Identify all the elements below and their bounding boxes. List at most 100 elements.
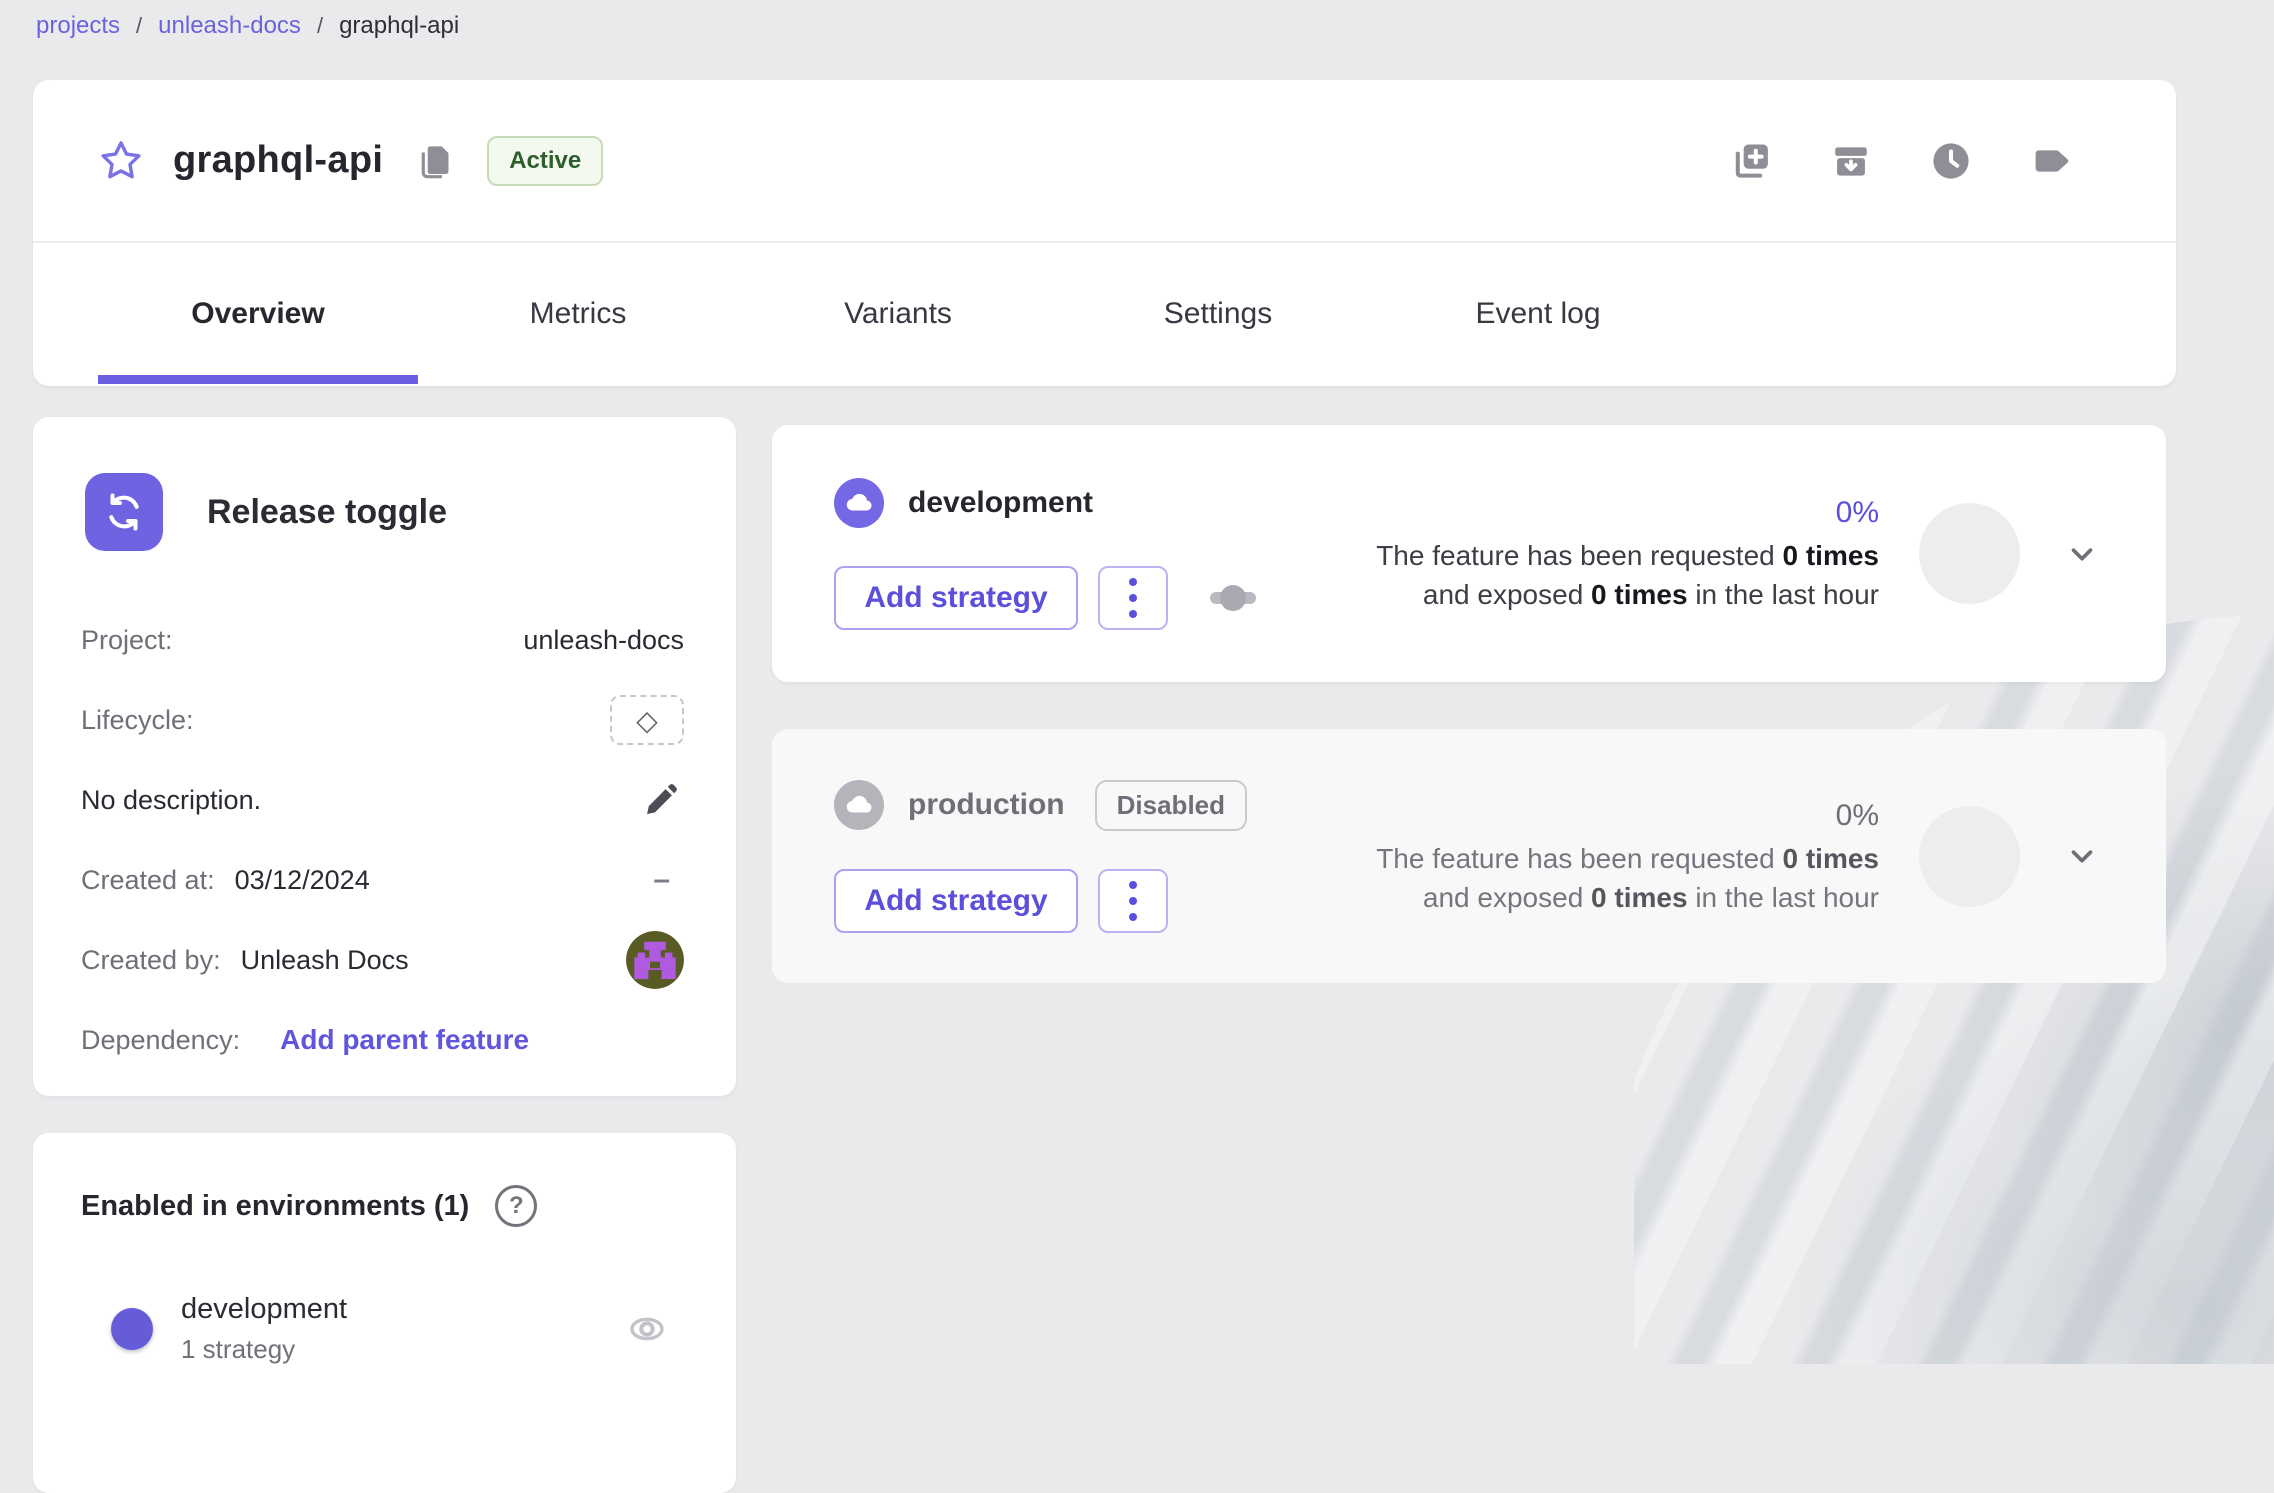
expand-environment-button[interactable] xyxy=(2060,834,2104,878)
tab-variants[interactable]: Variants xyxy=(738,243,1058,384)
metrics-bold: 0 times xyxy=(1783,843,1880,874)
created-by-label: Created by: xyxy=(81,945,221,976)
tab-bar: Overview Metrics Variants Settings Event… xyxy=(33,243,2176,384)
cloud-icon xyxy=(834,478,884,528)
description-text: No description. xyxy=(81,785,261,816)
tab-variants-label: Variants xyxy=(844,297,952,331)
expand-environment-button[interactable] xyxy=(2060,532,2104,576)
chevron-down-icon xyxy=(2065,537,2099,571)
kebab-icon xyxy=(1129,881,1137,889)
add-parent-feature-link[interactable]: Add parent feature xyxy=(280,1024,529,1056)
kebab-icon xyxy=(1129,578,1137,586)
description-row: No description. xyxy=(81,771,684,829)
project-row: Project: unleash-docs xyxy=(81,611,684,669)
eye-icon xyxy=(627,1309,667,1349)
mini-toggle-knob xyxy=(1220,585,1246,611)
release-toggle-icon xyxy=(85,473,163,551)
lifecycle-row: Lifecycle: ◇ xyxy=(81,691,684,749)
chevron-down-icon xyxy=(2065,839,2099,873)
feature-header-row: graphql-api Active xyxy=(33,80,2176,243)
created-by-avatar xyxy=(626,931,684,989)
feature-type-row: Release toggle xyxy=(85,473,684,551)
dependency-row: Dependency: Add parent feature xyxy=(81,1011,684,1069)
metrics-bold: 0 times xyxy=(1783,540,1880,571)
lifecycle-label: Lifecycle: xyxy=(81,705,194,736)
visibility-button[interactable] xyxy=(624,1306,670,1352)
copy-icon xyxy=(416,142,454,180)
tags-empty-dash: – xyxy=(653,863,684,897)
metrics-bold: 0 times xyxy=(1591,579,1688,610)
created-by-value: Unleash Docs xyxy=(241,945,409,976)
feature-details-card: Release toggle Project: unleash-docs Lif… xyxy=(33,417,736,1096)
exposure-percent: 0% xyxy=(1376,796,1879,835)
help-question-glyph: ? xyxy=(509,1192,524,1220)
breadcrumb-current: graphql-api xyxy=(339,12,459,40)
history-button[interactable] xyxy=(1928,138,1974,184)
tab-event-log[interactable]: Event log xyxy=(1378,243,1698,384)
tag-icon xyxy=(2029,139,2073,183)
development-toggle[interactable] xyxy=(83,1316,147,1342)
environment-mini-toggle[interactable] xyxy=(1210,592,1256,604)
archive-button[interactable] xyxy=(1828,138,1874,184)
archive-icon xyxy=(1829,139,1873,183)
environment-name: production xyxy=(908,788,1065,822)
enabled-env-strategy-count: 1 strategy xyxy=(181,1334,347,1365)
created-at-label: Created at: xyxy=(81,865,215,896)
tab-metrics[interactable]: Metrics xyxy=(418,243,738,384)
tags-button[interactable] xyxy=(2028,138,2074,184)
tab-overview[interactable]: Overview xyxy=(98,243,418,384)
enabled-environments-title: Enabled in environments (1) xyxy=(81,1190,469,1223)
toggle-thumb xyxy=(111,1308,153,1350)
metrics-text: and exposed xyxy=(1423,579,1591,610)
environment-metrics: 0% The feature has been requested 0 time… xyxy=(1376,493,1879,614)
breadcrumb-link-projects[interactable]: projects xyxy=(36,12,120,40)
enabled-environments-card: Enabled in environments (1) ? developmen… xyxy=(33,1133,736,1493)
tab-metrics-label: Metrics xyxy=(530,297,627,331)
created-at-value: 03/12/2024 xyxy=(235,865,370,896)
environment-disabled-badge: Disabled xyxy=(1095,780,1247,831)
metrics-text: The feature has been requested xyxy=(1376,540,1782,571)
copy-feature-button[interactable] xyxy=(1728,138,1774,184)
status-badge: Active xyxy=(487,136,603,186)
help-icon[interactable]: ? xyxy=(495,1185,537,1227)
page-title: graphql-api xyxy=(173,139,383,182)
cloud-icon xyxy=(834,780,884,830)
active-tab-underline xyxy=(98,375,418,384)
tab-overview-label: Overview xyxy=(191,297,324,331)
enabled-env-name: development xyxy=(181,1293,347,1326)
pencil-icon xyxy=(642,781,680,819)
environment-card-production: production Disabled Add strategy 0% The … xyxy=(772,729,2166,983)
add-strategy-button[interactable]: Add strategy xyxy=(834,566,1078,630)
metrics-text: and exposed xyxy=(1423,882,1591,913)
tab-settings[interactable]: Settings xyxy=(1058,243,1378,384)
history-clock-icon xyxy=(1929,139,1973,183)
environment-metrics: 0% The feature has been requested 0 time… xyxy=(1376,796,1879,917)
favorite-star-button[interactable] xyxy=(97,137,145,185)
breadcrumb-link-project[interactable]: unleash-docs xyxy=(158,12,301,40)
metrics-text: in the last hour xyxy=(1688,882,1879,913)
copy-name-button[interactable] xyxy=(413,139,457,183)
created-at-row: Created at: 03/12/2024 – xyxy=(81,851,684,909)
environment-menu-button[interactable] xyxy=(1098,566,1168,630)
edit-description-button[interactable] xyxy=(638,777,684,823)
header-actions xyxy=(1728,138,2126,184)
metrics-bold: 0 times xyxy=(1591,882,1688,913)
lifecycle-stage-button[interactable]: ◇ xyxy=(610,695,684,745)
environment-card-development: development Add strategy 0% The feature … xyxy=(772,425,2166,682)
feature-type-title: Release toggle xyxy=(207,493,447,532)
metrics-text: in the last hour xyxy=(1688,579,1879,610)
copy-plus-icon xyxy=(1729,139,1773,183)
project-label: Project: xyxy=(81,625,173,656)
created-by-row: Created by: Unleash Docs xyxy=(81,931,684,989)
star-icon xyxy=(98,138,144,184)
tab-settings-label: Settings xyxy=(1164,297,1272,331)
dependency-label: Dependency: xyxy=(81,1025,240,1056)
metrics-donut xyxy=(1919,806,2020,907)
tab-event-log-label: Event log xyxy=(1475,297,1600,331)
metrics-text: The feature has been requested xyxy=(1376,843,1782,874)
project-value: unleash-docs xyxy=(523,625,684,656)
environment-menu-button[interactable] xyxy=(1098,869,1168,933)
breadcrumb-separator: / xyxy=(317,13,323,39)
enabled-environment-row: development 1 strategy xyxy=(81,1293,684,1365)
add-strategy-button[interactable]: Add strategy xyxy=(834,869,1078,933)
